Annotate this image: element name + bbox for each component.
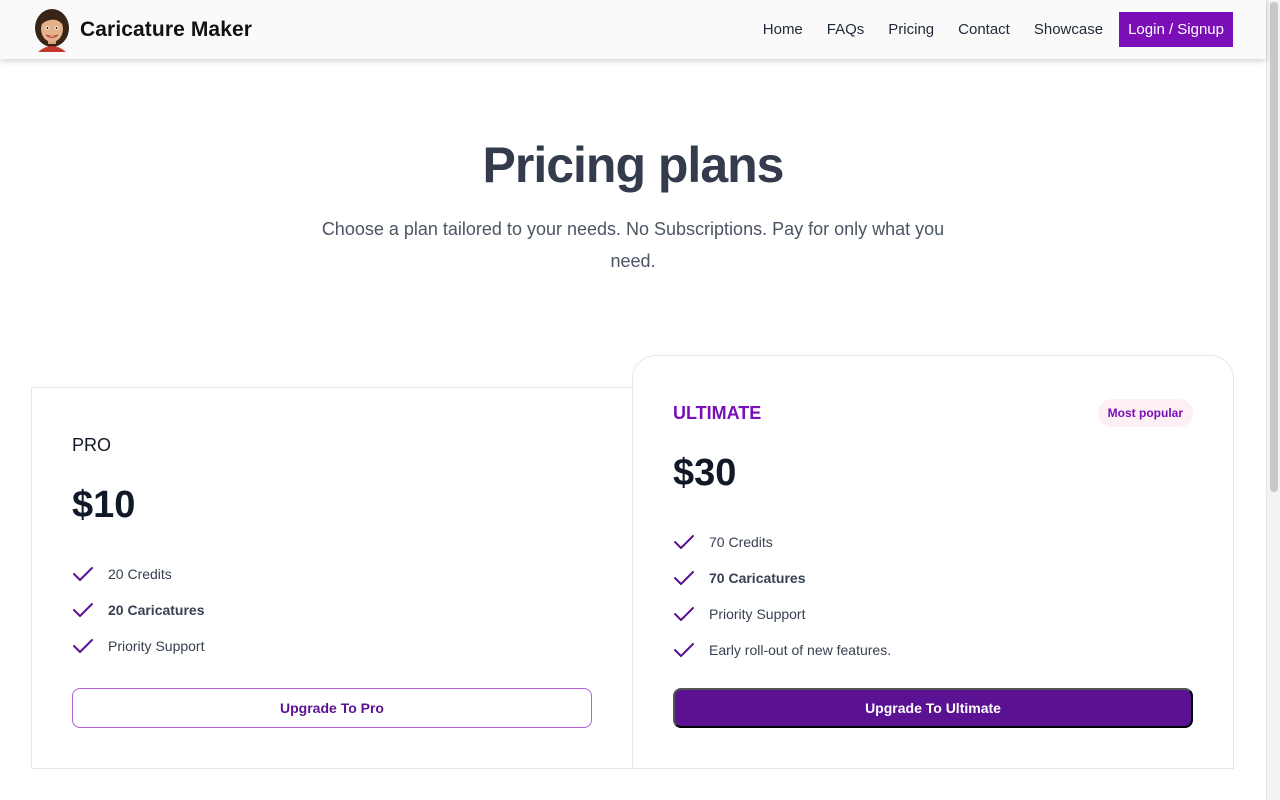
plan-card-ultimate: ULTIMATE Most popular $30 70 Credits 70 …	[632, 355, 1234, 769]
feature-item: Early roll-out of new features.	[673, 632, 891, 668]
plan-name: ULTIMATE	[673, 403, 762, 423]
check-icon	[674, 607, 694, 621]
check-icon	[674, 643, 694, 657]
check-icon	[73, 639, 93, 653]
check-icon	[674, 535, 694, 549]
plan-price: $30	[673, 452, 737, 494]
page-title: Pricing plans	[482, 137, 785, 193]
upgrade-ultimate-button[interactable]: Upgrade To Ultimate	[673, 688, 1193, 728]
feature-list: 20 Credits 20 Caricatures Priority Suppo…	[72, 556, 205, 664]
feature-label: 20 Caricatures	[108, 602, 205, 618]
feature-list: 70 Credits 70 Caricatures Priority Suppo…	[673, 524, 891, 668]
plan-card-pro: PRO $10 20 Credits 20 Caricatures Priori…	[31, 387, 633, 769]
feature-item: Priority Support	[72, 628, 205, 664]
upgrade-pro-button[interactable]: Upgrade To Pro	[72, 688, 592, 728]
check-icon	[674, 571, 694, 585]
nav-faqs[interactable]: FAQs	[827, 21, 865, 38]
feature-label: 20 Credits	[108, 566, 172, 582]
caricature-avatar-icon	[32, 8, 72, 52]
main-nav: Home FAQs Pricing Contact Showcase Login…	[739, 12, 1233, 47]
nav-showcase[interactable]: Showcase	[1034, 21, 1103, 38]
nav-contact[interactable]: Contact	[958, 21, 1010, 38]
check-icon	[73, 567, 93, 581]
feature-item: 20 Credits	[72, 556, 205, 592]
feature-label: Priority Support	[709, 606, 806, 622]
feature-item: Priority Support	[673, 596, 891, 632]
feature-item: 70 Caricatures	[673, 560, 891, 596]
feature-label: 70 Caricatures	[709, 570, 806, 586]
brand-name: Caricature Maker	[80, 18, 253, 41]
nav-home[interactable]: Home	[763, 21, 803, 38]
feature-label: 70 Credits	[709, 534, 773, 550]
plan-price: $10	[72, 484, 136, 526]
top-navbar: Caricature Maker Home FAQs Pricing Conta…	[0, 0, 1266, 59]
login-signup-button[interactable]: Login / Signup	[1119, 12, 1233, 47]
brand[interactable]: Caricature Maker	[32, 8, 252, 52]
check-icon	[73, 603, 93, 617]
nav-pricing[interactable]: Pricing	[888, 21, 934, 38]
page-subtitle: Choose a plan tailored to your needs. No…	[321, 219, 945, 271]
most-popular-badge: Most popular	[1097, 399, 1193, 427]
feature-item: 70 Credits	[673, 524, 891, 560]
feature-item: 20 Caricatures	[72, 592, 205, 628]
feature-label: Early roll-out of new features.	[709, 642, 892, 658]
scrollbar-thumb[interactable]	[1270, 2, 1278, 492]
page-scrollbar[interactable]	[1266, 0, 1280, 800]
feature-label: Priority Support	[108, 638, 205, 654]
plan-name: PRO	[72, 435, 112, 455]
